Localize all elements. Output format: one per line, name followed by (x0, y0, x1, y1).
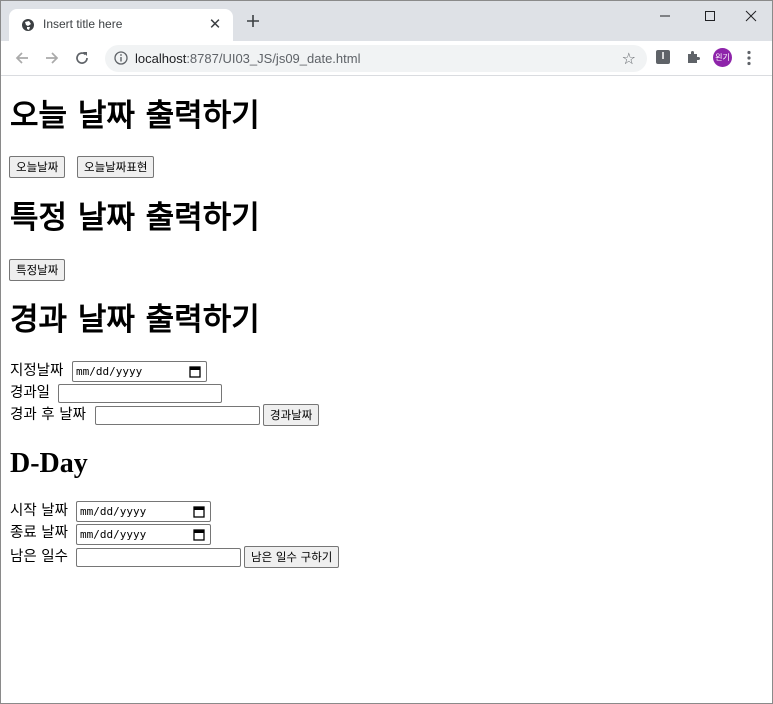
end-date-label: 종료 날짜 (10, 525, 68, 541)
dday-heading: D-Day (10, 448, 88, 479)
specific-date-button[interactable]: 특정날짜 (9, 259, 66, 281)
result-date-label: 경과 후 날짜 (10, 407, 86, 423)
maximize-icon (705, 11, 715, 21)
minimize-button[interactable] (642, 1, 688, 31)
url-text[interactable]: localhost:8787/UI03_JS/js09_date.html (135, 51, 360, 66)
url-host: localhost (135, 51, 187, 66)
remaining-days-label: 남은 일수 (10, 549, 68, 565)
forward-arrow-icon[interactable] (43, 49, 61, 67)
start-date-input[interactable]: mm/dd/yyyy (76, 501, 211, 522)
elapsed-heading: 경과 날짜 출력하기 (10, 302, 260, 338)
close-icon (745, 10, 757, 22)
reload-icon[interactable] (73, 49, 91, 67)
browser-toolbar: localhost:8787/UI03_JS/js09_date.html ☆ … (1, 41, 772, 76)
menu-kebab-icon[interactable] (747, 50, 751, 66)
calendar-icon[interactable] (193, 528, 205, 541)
profile-avatar[interactable]: 왼기 (713, 48, 732, 67)
calc-remaining-button[interactable]: 남은 일수 구하기 (244, 546, 340, 568)
url-path: :8787/UI03_JS/js09_date.html (186, 51, 361, 66)
today-heading: 오늘 날짜 출력하기 (10, 98, 260, 134)
back-arrow-icon[interactable] (13, 49, 31, 67)
maximize-button[interactable] (687, 1, 733, 31)
today-format-button[interactable]: 오늘날짜표현 (77, 156, 155, 178)
end-date-input[interactable]: mm/dd/yyyy (76, 524, 211, 545)
new-tab-icon[interactable] (244, 12, 262, 30)
tab-title: Insert title here (43, 17, 123, 31)
date-placeholder: mm/dd/yyyy (76, 365, 143, 378)
info-icon[interactable] (114, 51, 128, 65)
close-tab-icon[interactable]: ✕ (207, 15, 223, 33)
result-date-input[interactable] (95, 406, 260, 425)
start-date-label: 시작 날짜 (10, 503, 68, 519)
address-bar[interactable]: localhost:8787/UI03_JS/js09_date.html ☆ (105, 45, 647, 72)
browser-tab[interactable]: Insert title here ✕ (9, 9, 233, 41)
date-placeholder: mm/dd/yyyy (80, 505, 147, 518)
today-date-button[interactable]: 오늘날짜 (9, 156, 66, 178)
specified-date-label: 지정날짜 (10, 363, 64, 379)
calendar-icon[interactable] (193, 505, 205, 518)
specified-date-input[interactable]: mm/dd/yyyy (72, 361, 207, 382)
specific-heading: 특정 날짜 출력하기 (10, 200, 260, 236)
remaining-days-input[interactable] (76, 548, 241, 567)
bookmark-star-icon[interactable]: ☆ (622, 49, 636, 68)
browser-window: Insert title here ✕ localhost:8787/UI03_… (0, 0, 773, 704)
page-content: 오늘 날짜 출력하기 오늘날짜 오늘날짜표현 특정 날짜 출력하기 특정날짜 경… (1, 76, 772, 703)
elapsed-date-button[interactable]: 경과날짜 (263, 404, 320, 426)
title-bar: Insert title here ✕ (1, 1, 772, 41)
elapsed-days-input[interactable] (58, 384, 222, 403)
minimize-icon (660, 15, 670, 17)
elapsed-days-label: 경과일 (10, 385, 51, 401)
date-placeholder: mm/dd/yyyy (80, 528, 147, 541)
calendar-icon[interactable] (189, 365, 201, 378)
puzzle-icon[interactable] (685, 49, 701, 65)
close-window-button[interactable] (728, 1, 772, 31)
extension-icon[interactable]: I (656, 50, 670, 64)
globe-icon (22, 19, 34, 31)
